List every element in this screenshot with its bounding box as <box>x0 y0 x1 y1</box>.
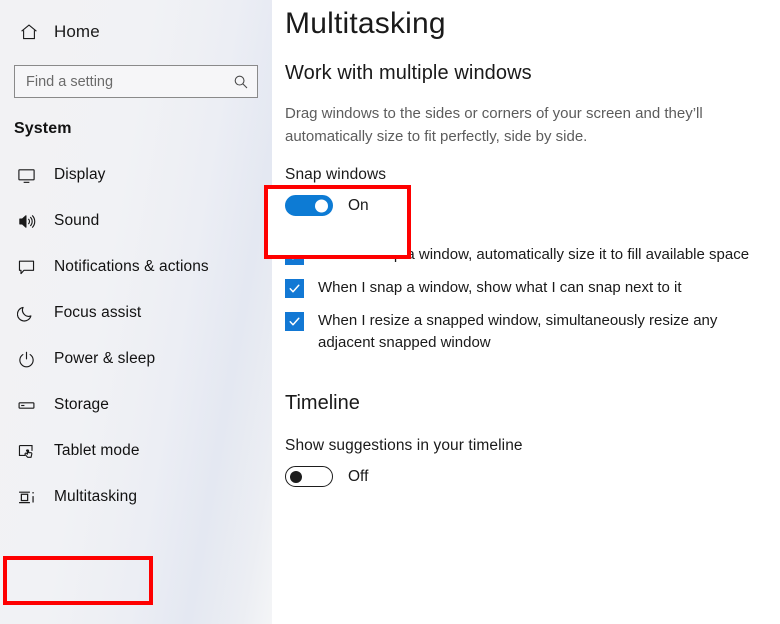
search-box[interactable] <box>14 65 258 98</box>
snap-windows-setting: Snap windows On <box>285 166 485 216</box>
sidebar-item-focus-assist[interactable]: Focus assist <box>0 290 272 336</box>
speaker-icon <box>14 209 38 233</box>
sidebar-section-title: System <box>14 120 72 137</box>
settings-window: Home System Display <box>0 0 780 624</box>
checkbox-label: When I snap a window, show what I can sn… <box>318 279 682 296</box>
sidebar-item-label: Storage <box>54 396 109 413</box>
sidebar-item-label: Power & sleep <box>54 350 156 367</box>
sidebar-item-tablet-mode[interactable]: Tablet mode <box>0 428 272 474</box>
group-description: Drag windows to the sides or corners of … <box>285 105 703 145</box>
settings-content: Multitasking Work with multiple windows … <box>272 0 780 624</box>
settings-sidebar: Home System Display <box>0 0 272 624</box>
sidebar-item-home[interactable]: Home <box>0 0 272 50</box>
timeline-toggle-row: Off <box>285 466 780 487</box>
sidebar-item-sound[interactable]: Sound <box>0 198 272 244</box>
snap-windows-label: Snap windows <box>285 166 387 183</box>
page-title: Multitasking <box>285 7 446 40</box>
home-icon <box>18 21 40 43</box>
sidebar-item-label: Notifications & actions <box>54 258 209 275</box>
snap-windows-toggle[interactable] <box>285 195 333 216</box>
toggle-knob <box>315 199 328 212</box>
timeline-suggestions-label: Show suggestions in your timeline <box>285 437 523 454</box>
checkbox-row-show-snap-suggestions[interactable]: When I snap a window, show what I can sn… <box>285 277 780 299</box>
sidebar-item-power-sleep[interactable]: Power & sleep <box>0 336 272 382</box>
sidebar-item-label: Focus assist <box>54 304 142 321</box>
sidebar-item-label: Sound <box>54 212 100 229</box>
snap-options-list: When I snap a window, automatically size… <box>285 244 780 354</box>
timeline-suggestions-setting: Show suggestions in your timeline Off <box>285 437 780 487</box>
monitor-icon <box>14 163 38 187</box>
sidebar-item-storage[interactable]: Storage <box>0 382 272 428</box>
sidebar-item-multitasking[interactable]: Multitasking <box>0 474 272 520</box>
group-title-work-with-multiple-windows: Work with multiple windows <box>285 62 532 84</box>
checkbox-label: When I resize a snapped window, simultan… <box>318 312 718 351</box>
checkbox-show-snap-suggestions[interactable] <box>285 279 304 298</box>
sidebar-home-label: Home <box>54 22 100 41</box>
sidebar-item-display[interactable]: Display <box>0 152 272 198</box>
search-icon[interactable] <box>233 74 249 90</box>
sidebar-item-notifications-actions[interactable]: Notifications & actions <box>0 244 272 290</box>
sidebar-item-label: Tablet mode <box>54 442 140 459</box>
snap-windows-toggle-state: On <box>348 196 369 214</box>
tablet-hand-icon <box>14 439 38 463</box>
timeline-suggestions-toggle[interactable] <box>285 466 333 487</box>
group-title-timeline: Timeline <box>285 392 360 414</box>
sidebar-item-label: Display <box>54 166 106 183</box>
moon-icon <box>14 301 38 325</box>
sidebar-nav-list: Display Sound Notifications & actions Fo… <box>0 152 272 520</box>
snap-windows-toggle-row: On <box>285 195 485 216</box>
timeline-toggle-state: Off <box>348 467 369 485</box>
task-view-icon <box>14 485 38 509</box>
checkbox-row-auto-size[interactable]: When I snap a window, automatically size… <box>285 244 780 266</box>
checkbox-resize-adjacent[interactable] <box>285 312 304 331</box>
sidebar-item-label: Multitasking <box>54 488 138 505</box>
toggle-knob <box>290 470 302 483</box>
chat-bubble-icon <box>14 255 38 279</box>
checkbox-auto-size[interactable] <box>285 246 304 265</box>
drive-icon <box>14 393 38 417</box>
checkbox-label: When I snap a window, automatically size… <box>318 246 750 263</box>
search-input[interactable] <box>26 73 233 90</box>
checkbox-row-resize-adjacent[interactable]: When I resize a snapped window, simultan… <box>285 310 780 354</box>
highlight-box-multitasking <box>3 556 153 605</box>
power-icon <box>14 347 38 371</box>
